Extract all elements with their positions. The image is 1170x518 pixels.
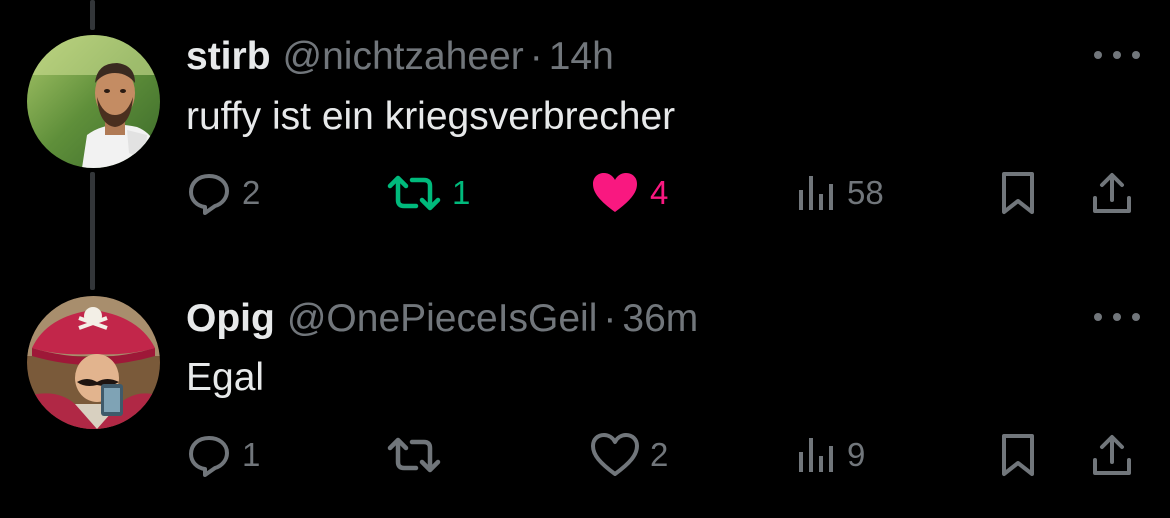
- tweet-header: Opig @OnePieceIsGeil · 36m: [186, 296, 698, 342]
- bookmark-button[interactable]: [998, 430, 1038, 480]
- retweet-button[interactable]: 1: [386, 168, 470, 218]
- views-count: 9: [847, 436, 866, 473]
- three-dots-icon: [1094, 51, 1102, 59]
- like-count: 4: [650, 174, 669, 211]
- like-count: 2: [650, 436, 669, 473]
- user-handle[interactable]: @OnePieceIsGeil: [287, 296, 598, 342]
- display-name[interactable]: stirb: [186, 34, 271, 80]
- bar-chart-icon: [799, 438, 833, 472]
- reply-button[interactable]: 2: [186, 168, 260, 218]
- separator-dot: ·: [529, 35, 543, 78]
- timestamp[interactable]: 36m: [622, 296, 698, 342]
- retweet-button[interactable]: [386, 430, 452, 480]
- heart-icon: [591, 433, 639, 476]
- reply-button[interactable]: 1: [186, 430, 260, 480]
- retweet-arrows-icon: [387, 175, 441, 211]
- heart-icon: [593, 173, 637, 212]
- views-button[interactable]: 58: [797, 168, 884, 218]
- more-options-button[interactable]: [1094, 45, 1140, 65]
- avatar[interactable]: [27, 35, 160, 168]
- like-button[interactable]: 2: [590, 430, 668, 480]
- share-button[interactable]: [1090, 430, 1134, 480]
- speech-bubble-icon: [189, 436, 229, 477]
- bar-chart-icon: [799, 176, 833, 210]
- like-button[interactable]: 4: [590, 168, 668, 218]
- timestamp[interactable]: 14h: [549, 34, 614, 80]
- views-count: 58: [847, 174, 884, 211]
- reply-count: 1: [242, 436, 261, 473]
- tweet-text: Egal: [186, 356, 265, 399]
- bookmark-icon: [1002, 434, 1034, 476]
- share-button[interactable]: [1090, 168, 1134, 218]
- tweet-text: ruffy ist ein kriegsverbrecher: [186, 95, 676, 138]
- tweet-header: stirb @nichtzaheer · 14h: [186, 34, 614, 80]
- bookmark-icon: [1002, 172, 1034, 214]
- tweet[interactable]: stirb @nichtzaheer · 14h ruffy ist ein k…: [0, 0, 1170, 260]
- user-handle[interactable]: @nichtzaheer: [283, 34, 524, 80]
- share-upload-icon: [1093, 435, 1131, 475]
- share-upload-icon: [1093, 173, 1131, 213]
- reply-count: 2: [242, 174, 261, 211]
- retweet-count: 1: [452, 174, 471, 211]
- avatar[interactable]: [27, 296, 160, 429]
- bookmark-button[interactable]: [998, 168, 1038, 218]
- more-options-button[interactable]: [1094, 307, 1140, 327]
- three-dots-icon: [1094, 313, 1102, 321]
- retweet-arrows-icon: [387, 437, 441, 473]
- separator-dot: ·: [603, 297, 617, 340]
- tweet[interactable]: Opig @OnePieceIsGeil · 36m Egal 1 2 9: [0, 258, 1170, 518]
- views-button[interactable]: 9: [797, 430, 865, 480]
- speech-bubble-icon: [189, 174, 229, 215]
- display-name[interactable]: Opig: [186, 296, 275, 342]
